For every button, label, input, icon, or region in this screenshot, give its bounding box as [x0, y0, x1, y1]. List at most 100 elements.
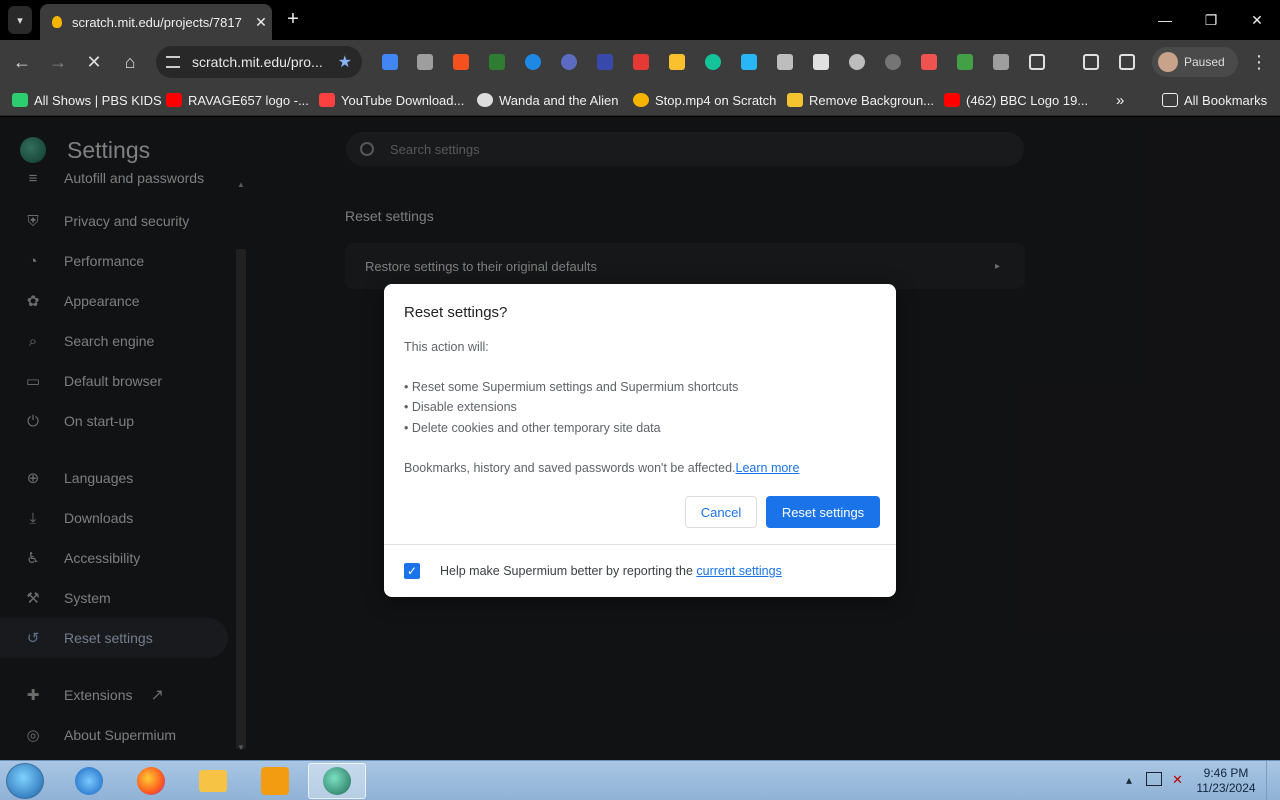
dialog-bullet: • Delete cookies and other temporary sit…	[404, 421, 661, 435]
dialog-note: Bookmarks, history and saved passwords w…	[404, 461, 799, 475]
dialog-bullet: • Reset some Supermium settings and Supe…	[404, 380, 739, 394]
menu-icon[interactable]: ⋮	[1250, 52, 1268, 73]
taskbar-app[interactable]	[60, 763, 118, 799]
shield-ext-icon[interactable]	[453, 54, 469, 70]
bookmark-label: Stop.mp4 on Scratch	[655, 92, 777, 108]
link-ext-icon[interactable]	[489, 54, 505, 70]
refresh-ext-icon[interactable]	[597, 54, 613, 70]
bookmark-star-icon[interactable]: ★	[338, 52, 352, 72]
divider	[384, 544, 896, 545]
adobe-ext-icon[interactable]	[633, 54, 649, 70]
rocket-ext-icon[interactable]	[777, 54, 793, 70]
bookmark-item[interactable]: Remove Backgroun...	[787, 91, 934, 109]
address-bar[interactable]: scratch.mit.edu/pro... ★	[156, 46, 362, 78]
new-tab-button[interactable]: +	[282, 8, 304, 32]
scratch-favicon-icon	[52, 16, 62, 28]
start-button[interactable]	[6, 763, 44, 799]
tab-title: scratch.mit.edu/projects/7817	[72, 14, 242, 30]
bookmark-item[interactable]: YouTube Download...	[319, 91, 464, 109]
font-ext-icon[interactable]	[957, 54, 973, 70]
gauge-ext-icon[interactable]	[885, 54, 901, 70]
tray-expand-icon[interactable]: ▴	[1126, 773, 1132, 787]
taskbar-app[interactable]	[308, 763, 366, 799]
bookmark-label: (462) BBC Logo 19...	[966, 92, 1089, 108]
taskbar-app[interactable]	[122, 763, 180, 799]
bookmark-item[interactable]: (462) BBC Logo 19...	[944, 91, 1088, 109]
taskbar-app[interactable]	[246, 763, 304, 799]
volume-muted-icon[interactable]: ✕	[1172, 772, 1183, 788]
bookmark-label: Remove Backgroun...	[809, 92, 935, 108]
active-tab[interactable]: scratch.mit.edu/projects/7817 ✕	[40, 4, 272, 40]
show-desktop-button[interactable]	[1266, 761, 1280, 800]
puzzle-icon[interactable]	[1029, 54, 1045, 70]
checkbox-label-text: Help make Supermium better by reporting …	[440, 564, 697, 578]
circle-ext-icon[interactable]	[561, 54, 577, 70]
all-bookmarks-label: All Bookmarks	[1184, 92, 1268, 108]
labs-flask-icon[interactable]	[1083, 54, 1099, 70]
bookmark-item[interactable]: Wanda and the Alien	[477, 91, 619, 109]
home-button[interactable]: ⌂	[118, 50, 142, 74]
reset-settings-button[interactable]: Reset settings	[766, 496, 880, 528]
infinity-ext-icon[interactable]	[525, 54, 541, 70]
site-info-icon[interactable]	[166, 56, 180, 68]
bookmark-item[interactable]: Stop.mp4 on Scratch	[633, 91, 776, 109]
dialog-title: Reset settings?	[404, 304, 508, 321]
scratch-icon	[633, 93, 649, 107]
current-settings-link[interactable]: current settings	[696, 564, 781, 578]
minimize-button[interactable]: —	[1142, 0, 1188, 40]
back-button[interactable]: ←	[10, 50, 34, 74]
bookmark-label: All Shows | PBS KIDS	[34, 92, 162, 108]
stop-loading-button[interactable]: ✕	[82, 50, 106, 74]
clock-time: 9:46 PM	[1203, 766, 1249, 780]
avatar	[1158, 52, 1178, 72]
forward-button[interactable]: →	[46, 50, 70, 74]
taskbar-app[interactable]	[184, 763, 242, 799]
bookmark-label: YouTube Download...	[341, 92, 465, 108]
restore-button[interactable]: ❐	[1188, 0, 1234, 40]
pdf-ext-icon[interactable]	[921, 54, 937, 70]
file-explorer-icon	[199, 770, 227, 792]
all-bookmarks-button[interactable]: All Bookmarks	[1162, 91, 1267, 109]
remove-bg-icon	[787, 93, 803, 107]
diamond-ext-icon[interactable]	[669, 54, 685, 70]
tab-search-button[interactable]: ▾	[8, 6, 32, 34]
close-window-button[interactable]: ✕	[1234, 0, 1280, 40]
firefox-icon	[137, 767, 165, 795]
learn-more-link[interactable]: Learn more	[736, 461, 800, 475]
side-panel-icon[interactable]	[1119, 54, 1135, 70]
report-settings-checkbox[interactable]: ✓	[404, 563, 420, 579]
tab-close-icon[interactable]: ✕	[250, 14, 272, 31]
address-url: scratch.mit.edu/pro...	[192, 54, 323, 70]
profile-button[interactable]: Paused	[1152, 47, 1238, 77]
dialog-bullet: • Disable extensions	[404, 400, 517, 414]
network-icon[interactable]	[1146, 772, 1162, 786]
media-player-icon	[261, 767, 289, 795]
bookmarks-overflow-icon[interactable]: »	[1116, 91, 1124, 109]
globe-icon	[477, 93, 493, 107]
supermium-icon	[323, 767, 351, 795]
dialog-intro: This action will:	[404, 340, 489, 354]
pen-ext-icon[interactable]	[741, 54, 757, 70]
windows-taskbar: ▴ ✕ 9:46 PM 11/23/2024	[0, 760, 1280, 800]
picture-ext-icon[interactable]	[993, 54, 1009, 70]
bookmarks-bar: All Shows | PBS KIDS RAVAGE657 logo -...…	[0, 84, 1280, 116]
browser-toolbar: ← → ✕ ⌂ scratch.mit.edu/pro... ★ Paused …	[0, 40, 1280, 84]
profile-status: Paused	[1184, 55, 1225, 69]
bookmark-item[interactable]: RAVAGE657 logo -...	[166, 91, 309, 109]
bookmark-label: RAVAGE657 logo -...	[188, 92, 309, 108]
bookmark-item[interactable]: All Shows | PBS KIDS	[12, 91, 162, 109]
sphere-ext-icon[interactable]	[849, 54, 865, 70]
youtube-icon	[944, 93, 960, 107]
docs-ext-icon[interactable]	[382, 54, 398, 70]
cancel-button[interactable]: Cancel	[685, 496, 757, 528]
youtube-icon	[166, 93, 182, 107]
pbs-kids-icon	[12, 93, 28, 107]
grammar-ext-icon[interactable]	[705, 54, 721, 70]
bookmark-label: Wanda and the Alien	[499, 92, 619, 108]
taskbar-clock[interactable]: 9:46 PM 11/23/2024	[1194, 766, 1258, 796]
screen-ext-icon[interactable]	[417, 54, 433, 70]
folder-icon	[1162, 93, 1178, 107]
dialog-note-text: Bookmarks, history and saved passwords w…	[404, 461, 736, 475]
trash-ext-icon[interactable]	[813, 54, 829, 70]
reset-settings-dialog: Reset settings? This action will: • Rese…	[384, 284, 896, 597]
